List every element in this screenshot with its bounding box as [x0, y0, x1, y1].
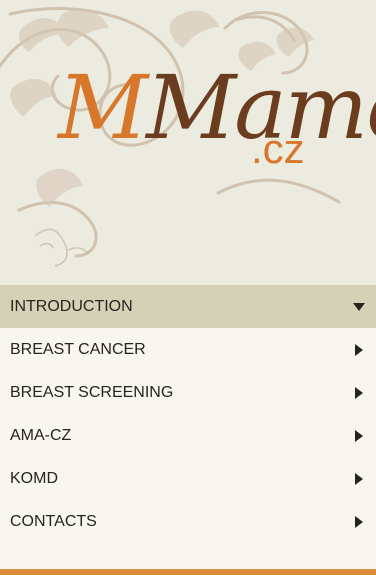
logo-m: M [58, 56, 148, 159]
menu-item-label: INTRODUCTION [10, 297, 133, 315]
logo-script: MMamo [58, 64, 376, 152]
main-navigation: INTRODUCTION BREAST CANCER BREAST SCREEN… [0, 285, 376, 569]
site-logo[interactable]: MMamo .cz [58, 64, 376, 214]
triangle-right-icon [352, 386, 366, 400]
menu-item-label: BREAST CANCER [10, 340, 146, 358]
triangle-right-icon [352, 343, 366, 357]
triangle-right-icon [352, 429, 366, 443]
menu-item-label: AMA-CZ [10, 426, 72, 444]
triangle-right-icon [352, 515, 366, 529]
menu-item-label: KOMD [10, 469, 58, 487]
site-header: MMamo .cz [0, 0, 376, 285]
menu-item-label: CONTACTS [10, 512, 97, 530]
menu-item-ama-cz[interactable]: AMA-CZ [0, 414, 376, 457]
menu-item-contacts[interactable]: CONTACTS [0, 500, 376, 543]
triangle-right-icon [352, 472, 366, 486]
bottom-accent-bar [0, 569, 376, 575]
triangle-down-icon [352, 300, 366, 314]
menu-item-introduction[interactable]: INTRODUCTION [0, 285, 376, 328]
logo-domain: .cz [251, 125, 305, 172]
menu-item-komd[interactable]: KOMD [0, 457, 376, 500]
menu-item-label: BREAST SCREENING [10, 383, 174, 401]
menu-item-breast-screening[interactable]: BREAST SCREENING [0, 371, 376, 414]
menu-item-breast-cancer[interactable]: BREAST CANCER [0, 328, 376, 371]
